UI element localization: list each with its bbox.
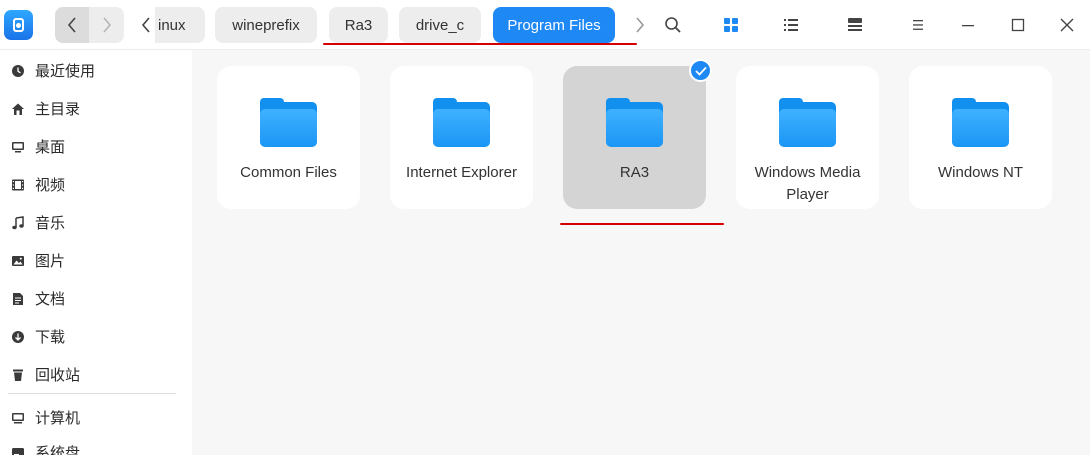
breadcrumb-label: Ra3 bbox=[344, 16, 373, 34]
menu-icon bbox=[913, 20, 923, 30]
main-menu-button[interactable] bbox=[903, 10, 933, 40]
chevron-left-icon bbox=[67, 17, 76, 33]
breadcrumb-item-current[interactable]: Program Files bbox=[493, 7, 615, 43]
file-item-selected[interactable]: RA3 bbox=[563, 66, 706, 209]
minimize-icon bbox=[962, 25, 974, 27]
video-icon bbox=[11, 177, 25, 191]
folder-icon bbox=[433, 98, 490, 148]
document-icon bbox=[11, 291, 25, 305]
folder-icon bbox=[952, 98, 1009, 148]
file-name: Internet Explorer bbox=[406, 164, 517, 181]
folder-icon bbox=[606, 98, 663, 148]
grid-view-icon bbox=[724, 18, 738, 32]
sidebar-item-label: 主目录 bbox=[35, 99, 81, 118]
sidebar-item-label: 桌面 bbox=[35, 137, 66, 156]
breadcrumb-label: Program Files bbox=[507, 16, 601, 34]
file-name: Windows NT bbox=[937, 164, 1023, 181]
close-button[interactable] bbox=[1052, 10, 1082, 40]
tree-view-button[interactable] bbox=[840, 10, 870, 40]
desktop-icon bbox=[11, 139, 25, 153]
folder-icon bbox=[779, 98, 836, 148]
minimize-button[interactable] bbox=[953, 10, 983, 40]
maximize-button[interactable] bbox=[1003, 10, 1033, 40]
sidebar-item-videos[interactable]: 视频 bbox=[0, 165, 192, 203]
file-item[interactable]: Windows NT bbox=[909, 66, 1052, 209]
picture-icon bbox=[11, 253, 25, 267]
download-icon bbox=[11, 329, 25, 343]
breadcrumb-label: inux bbox=[158, 16, 186, 34]
folder-icon bbox=[260, 98, 317, 148]
file-manager-icon[interactable] bbox=[4, 10, 33, 40]
breadcrumb-item[interactable]: drive_c bbox=[399, 7, 481, 43]
sidebar-item-label: 系统盘 bbox=[35, 443, 81, 455]
search-button[interactable] bbox=[658, 10, 688, 40]
sidebar-item-label: 计算机 bbox=[35, 408, 81, 427]
breadcrumb-item[interactable]: Ra3 bbox=[329, 7, 388, 43]
checkmark-icon bbox=[694, 66, 707, 76]
computer-icon bbox=[11, 410, 25, 424]
sidebar-item-label: 文档 bbox=[35, 289, 66, 308]
navigation-buttons bbox=[55, 7, 124, 43]
sidebar-item-computer[interactable]: 计算机 bbox=[0, 398, 192, 436]
chevron-right-icon bbox=[636, 17, 645, 33]
disk-icon bbox=[11, 445, 25, 455]
file-item[interactable]: Windows Media Player bbox=[736, 66, 879, 209]
sidebar-item-system-disk[interactable]: 系统盘 bbox=[0, 433, 192, 455]
breadcrumb-item[interactable]: inux bbox=[155, 7, 205, 43]
forward-button[interactable] bbox=[90, 7, 124, 43]
selected-check-badge bbox=[689, 59, 712, 82]
breadcrumb-scroll-right-button[interactable] bbox=[631, 7, 649, 43]
sidebar-item-label: 视频 bbox=[35, 175, 66, 194]
music-icon bbox=[11, 215, 25, 230]
tree-view-icon bbox=[848, 18, 862, 31]
maximize-icon bbox=[1011, 18, 1025, 32]
chevron-left-icon bbox=[141, 17, 150, 33]
sidebar-item-label: 下载 bbox=[35, 327, 66, 346]
recent-icon bbox=[11, 63, 25, 77]
breadcrumb-label: drive_c bbox=[415, 16, 465, 34]
file-item[interactable]: Common Files bbox=[217, 66, 360, 209]
icon-view-button[interactable] bbox=[716, 10, 746, 40]
annotation-underline bbox=[323, 43, 637, 45]
trash-icon bbox=[11, 367, 25, 381]
file-name: RA3 bbox=[619, 164, 650, 181]
file-grid: Common Files Internet Explorer RA3 Windo… bbox=[192, 50, 1090, 455]
sidebar-item-music[interactable]: 音乐 bbox=[0, 203, 192, 241]
sidebar-item-pictures[interactable]: 图片 bbox=[0, 241, 192, 279]
back-button[interactable] bbox=[55, 7, 89, 43]
breadcrumb-item[interactable]: wineprefix bbox=[215, 7, 317, 43]
sidebar: 最近使用 主目录 桌面 视频 音乐 图片 文档 下载 回收站 计算机 系统盘 bbox=[0, 50, 192, 455]
chevron-right-icon bbox=[103, 17, 112, 33]
annotation-underline bbox=[560, 223, 724, 225]
title-bar: inux wineprefix Ra3 drive_c Program File… bbox=[0, 0, 1090, 50]
file-name: Windows Media Player bbox=[754, 164, 861, 203]
sidebar-item-recent[interactable]: 最近使用 bbox=[0, 51, 192, 89]
close-icon bbox=[1060, 18, 1074, 32]
breadcrumb-scroll-left-button[interactable] bbox=[137, 7, 155, 43]
file-name: Common Files bbox=[240, 164, 337, 181]
sidebar-item-label: 音乐 bbox=[35, 213, 66, 232]
file-item[interactable]: Internet Explorer bbox=[390, 66, 533, 209]
sidebar-item-label: 图片 bbox=[35, 251, 66, 270]
sidebar-item-trash[interactable]: 回收站 bbox=[0, 355, 192, 393]
list-view-button[interactable] bbox=[776, 10, 806, 40]
breadcrumb-label: wineprefix bbox=[232, 16, 300, 34]
sidebar-item-label: 最近使用 bbox=[35, 61, 96, 80]
home-icon bbox=[11, 101, 25, 115]
sidebar-divider bbox=[8, 393, 176, 394]
sidebar-item-home[interactable]: 主目录 bbox=[0, 89, 192, 127]
list-view-icon bbox=[784, 19, 798, 31]
search-icon bbox=[665, 17, 681, 33]
sidebar-item-documents[interactable]: 文档 bbox=[0, 279, 192, 317]
sidebar-item-label: 回收站 bbox=[35, 365, 81, 384]
sidebar-item-downloads[interactable]: 下载 bbox=[0, 317, 192, 355]
sidebar-item-desktop[interactable]: 桌面 bbox=[0, 127, 192, 165]
